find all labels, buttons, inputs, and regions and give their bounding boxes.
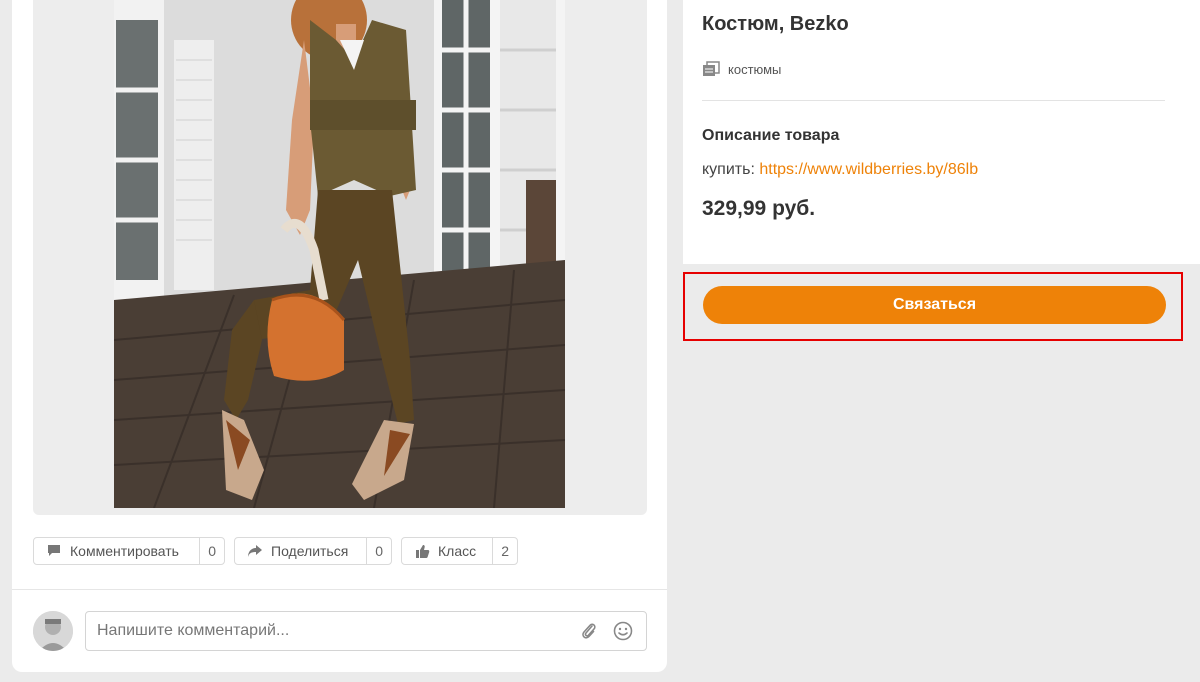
comment-icon (46, 543, 62, 559)
comment-button-label: Комментировать (70, 543, 179, 559)
avatar[interactable] (33, 611, 73, 651)
contact-highlight: Связаться (683, 272, 1183, 341)
paperclip-icon[interactable] (578, 620, 600, 642)
comment-count: 0 (199, 538, 224, 564)
post-card: Комментировать 0 Поделиться 0 Класс 2 На… (12, 0, 667, 672)
like-count: 2 (492, 538, 517, 564)
like-button-label: Класс (438, 543, 477, 559)
catalog-icon (702, 60, 720, 78)
photo-frame (33, 0, 647, 515)
share-button[interactable]: Поделиться 0 (234, 537, 392, 565)
comment-input[interactable]: Напишите комментарий... (85, 611, 647, 651)
product-title: Костюм, Bezko (702, 13, 849, 35)
product-category[interactable]: костюмы (702, 60, 781, 78)
buy-prefix: купить: (702, 161, 755, 178)
smiley-icon[interactable] (612, 620, 634, 642)
product-price: 329,99 руб. (702, 197, 816, 220)
share-count: 0 (366, 538, 391, 564)
contact-button[interactable]: Связаться (703, 286, 1166, 324)
product-photo[interactable] (114, 0, 565, 508)
product-photo-illustration (114, 0, 565, 508)
buy-line: купить: https://www.wildberries.by/86lb (702, 161, 978, 179)
like-button[interactable]: Класс 2 (401, 537, 518, 565)
buy-link[interactable]: https://www.wildberries.by/86lb (759, 161, 978, 178)
share-button-label: Поделиться (271, 543, 349, 559)
divider (702, 100, 1165, 101)
share-icon (247, 543, 263, 559)
thumbs-up-icon (414, 543, 430, 559)
comment-placeholder: Напишите комментарий... (97, 622, 290, 639)
divider (12, 589, 667, 590)
description-heading: Описание товара (702, 127, 840, 144)
comment-button[interactable]: Комментировать 0 (33, 537, 225, 565)
category-label: костюмы (728, 61, 782, 77)
product-card: Костюм, Bezko костюмы Описание товара ку… (683, 0, 1200, 264)
comment-row: Напишите комментарий... (33, 611, 647, 653)
